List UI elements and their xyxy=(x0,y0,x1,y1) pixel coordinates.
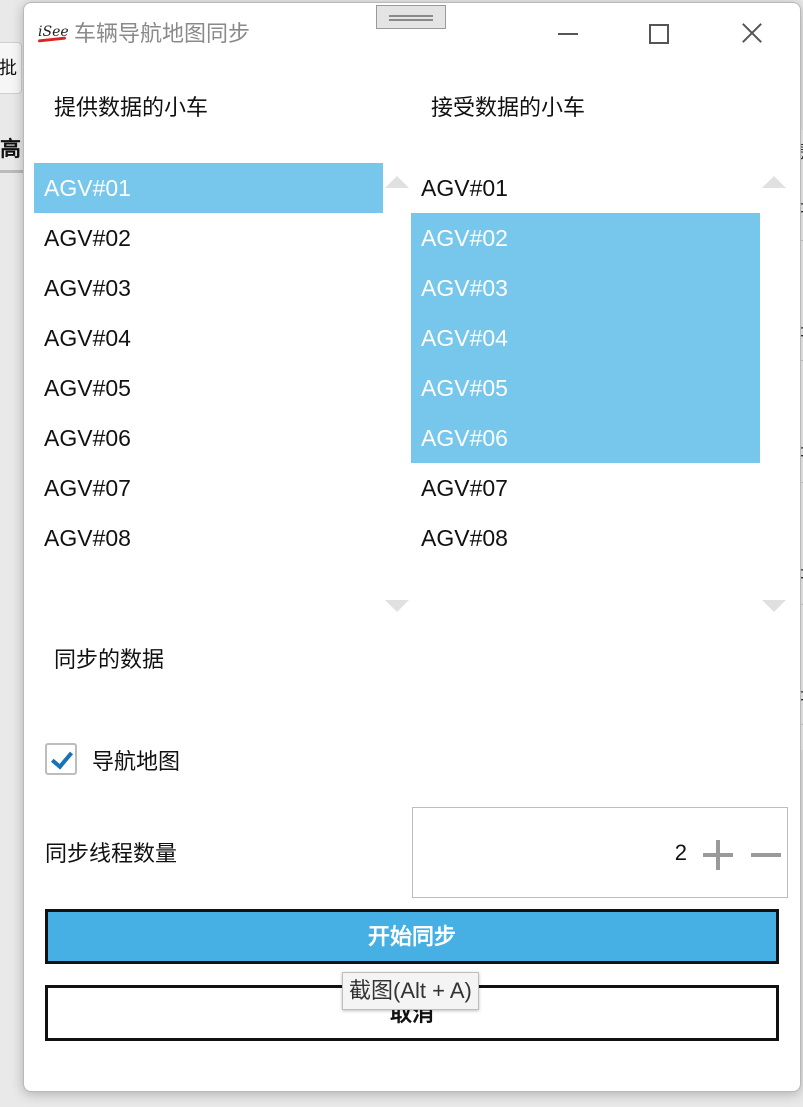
window-title: 车辆导航地图同步 xyxy=(74,21,251,46)
target-list-item[interactable]: AGV#01 xyxy=(411,163,760,213)
drag-handle[interactable] xyxy=(376,5,446,29)
minus-icon[interactable] xyxy=(751,840,781,870)
source-list-item[interactable]: AGV#01 xyxy=(34,163,383,213)
nav-map-label[interactable]: 导航地图 xyxy=(92,747,180,777)
thread-count-label: 同步线程数量 xyxy=(45,841,178,866)
target-list-item[interactable]: AGV#02 xyxy=(411,213,760,263)
scroll-down-arrow-icon[interactable] xyxy=(385,600,409,612)
target-list-label: 接受数据的小车 xyxy=(431,95,586,120)
target-list-item[interactable]: AGV#06 xyxy=(411,413,760,463)
screenshot-tooltip: 截图(Alt + A) xyxy=(342,972,479,1010)
target-list-item[interactable]: AGV#03 xyxy=(411,263,760,313)
scroll-down-arrow-icon[interactable] xyxy=(762,600,786,612)
nav-map-checkbox[interactable] xyxy=(45,743,77,775)
source-list-item[interactable]: AGV#06 xyxy=(34,413,383,463)
app-logo-icon: iSee xyxy=(37,21,69,43)
target-list-item[interactable]: AGV#07 xyxy=(411,463,760,513)
source-vehicle-list[interactable]: AGV#01 AGV#02 AGV#03 AGV#04 AGV#05 AGV#0… xyxy=(34,163,409,613)
source-list-item[interactable]: AGV#04 xyxy=(34,313,383,363)
source-list-item[interactable]: AGV#05 xyxy=(34,363,383,413)
source-list-item[interactable]: AGV#03 xyxy=(34,263,383,313)
maximize-button[interactable] xyxy=(636,17,680,51)
thread-count-value[interactable]: 2 xyxy=(675,838,687,868)
scroll-up-arrow-icon[interactable] xyxy=(385,176,409,188)
minimize-button[interactable] xyxy=(545,17,589,51)
sync-data-label: 同步的数据 xyxy=(54,647,165,672)
source-list-item[interactable]: AGV#08 xyxy=(34,513,383,563)
target-vehicle-list[interactable]: AGV#01 AGV#02 AGV#03 AGV#04 AGV#05 AGV#0… xyxy=(411,163,786,613)
start-sync-button[interactable]: 开始同步 xyxy=(45,909,779,964)
source-list-item[interactable]: AGV#02 xyxy=(34,213,383,263)
close-button[interactable] xyxy=(729,17,773,51)
thread-count-stepper[interactable]: 2 xyxy=(412,807,788,898)
target-list-item[interactable]: AGV#05 xyxy=(411,363,760,413)
target-list-item[interactable]: AGV#08 xyxy=(411,513,760,563)
source-list-label: 提供数据的小车 xyxy=(54,95,209,120)
scroll-up-arrow-icon[interactable] xyxy=(762,176,786,188)
target-list-item[interactable]: AGV#04 xyxy=(411,313,760,363)
source-list-item[interactable]: AGV#07 xyxy=(34,463,383,513)
plus-icon[interactable] xyxy=(703,840,733,870)
background-button-fragment: 批 xyxy=(0,42,22,94)
sync-dialog: iSee 车辆导航地图同步 提供数据的小车 接受数据的小车 AGV#01 AGV… xyxy=(23,2,801,1092)
